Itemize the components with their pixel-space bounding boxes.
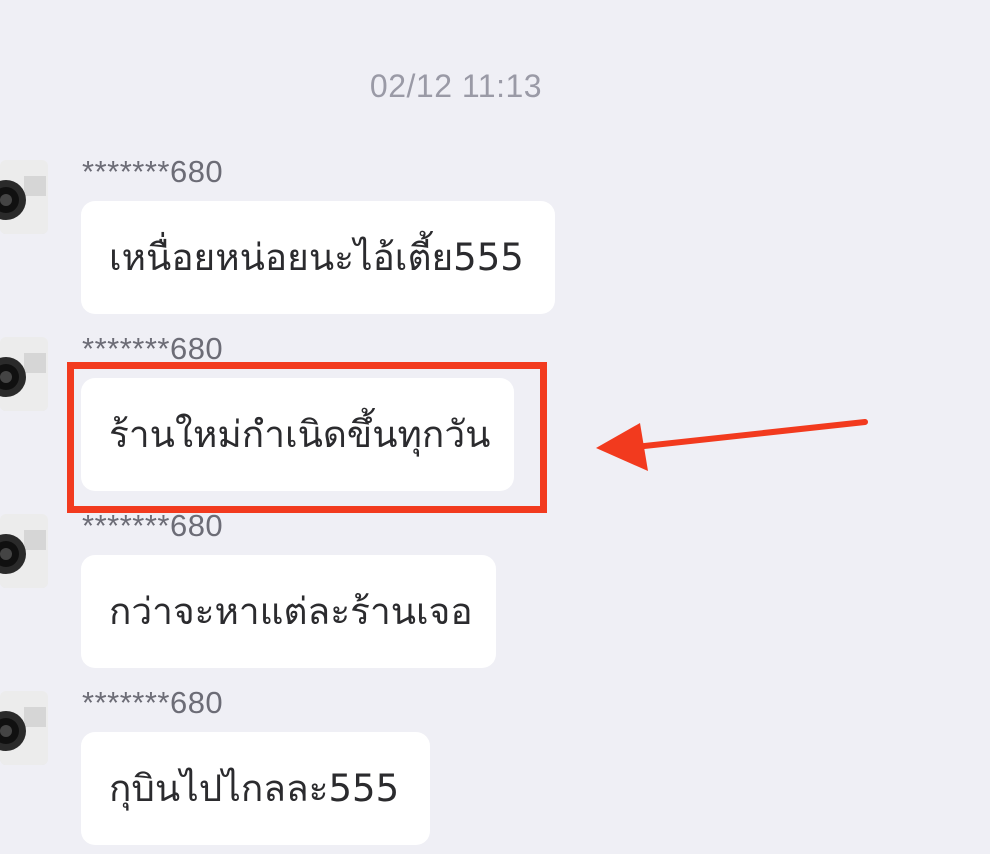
avatar[interactable]: [0, 337, 48, 411]
sender-name: *******680: [82, 508, 224, 543]
avatar[interactable]: [0, 691, 48, 765]
message-bubble[interactable]: เหนื่อยหน่อยนะไอ้เตี้ย555: [81, 201, 555, 314]
sender-name: *******680: [82, 154, 224, 189]
avatar[interactable]: [0, 514, 48, 588]
chat-timestamp: 02/12 11:13: [369, 68, 543, 104]
message-bubble[interactable]: กว่าจะหาแต่ละร้านเจอ: [81, 555, 496, 668]
highlight-box: [67, 362, 547, 513]
sender-name: *******680: [82, 685, 224, 720]
pointer-arrow-icon: [590, 405, 870, 479]
avatar[interactable]: [0, 160, 48, 234]
message-bubble[interactable]: กุบินไปไกลละ555: [81, 732, 430, 845]
